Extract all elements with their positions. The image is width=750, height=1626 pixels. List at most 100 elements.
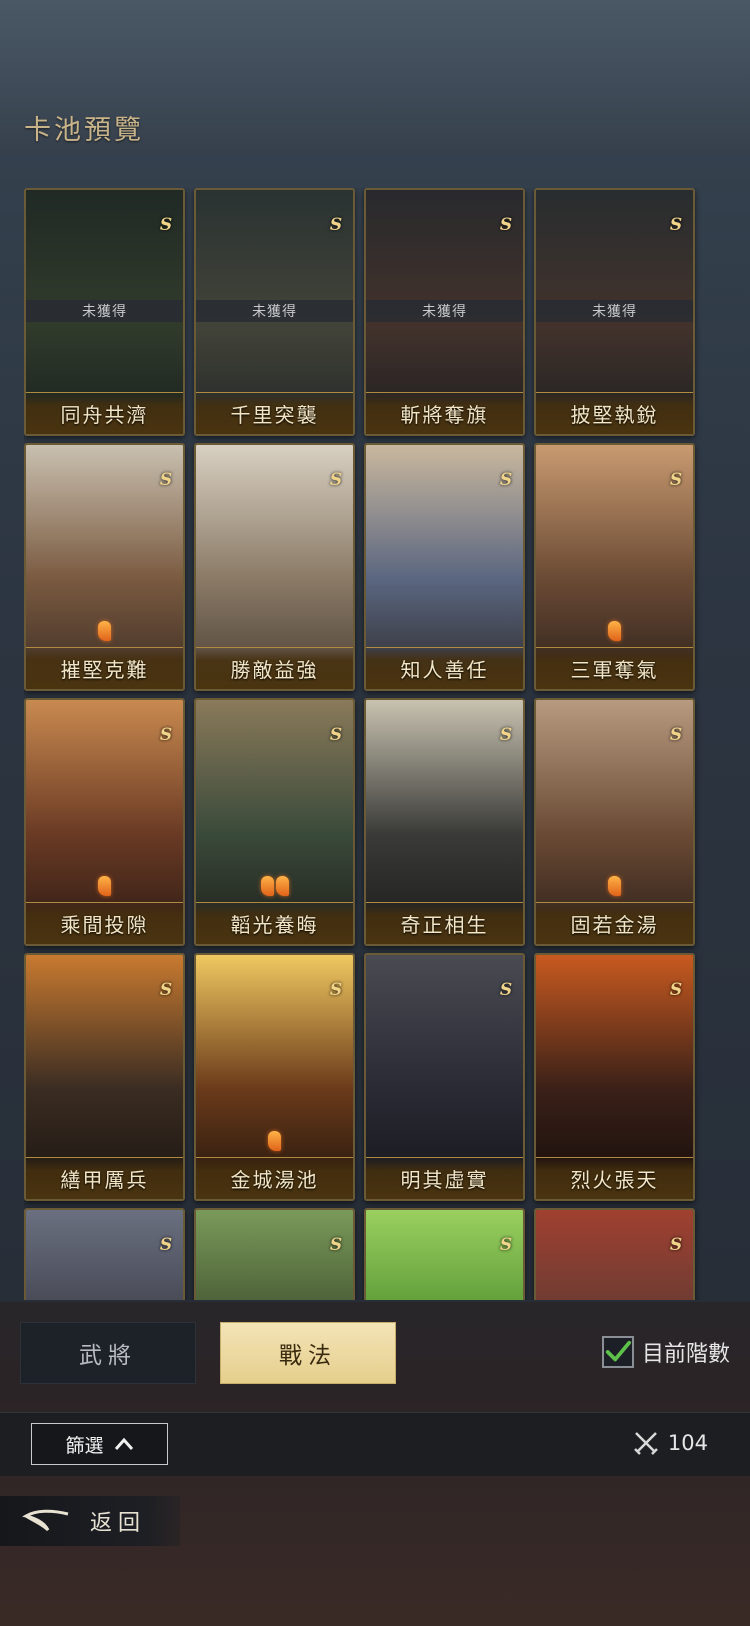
rarity-s-icon: S — [159, 980, 173, 1000]
chevron-up-icon — [114, 1437, 133, 1450]
card-name: 千里突襲 — [230, 403, 319, 427]
checkmark-icon — [605, 1340, 632, 1362]
advance-mark-icon — [608, 876, 621, 896]
rarity-s-icon: S — [669, 215, 683, 235]
tactic-count-value: 104 — [667, 1431, 708, 1455]
card-name: 摧堅克難 — [60, 658, 149, 682]
card-namebar: 斬將奪旗 — [366, 392, 523, 434]
rarity-s-icon: S — [159, 1235, 173, 1255]
back-button[interactable]: 返回 — [0, 1496, 180, 1546]
unobtained-label: 未獲得 — [196, 300, 353, 322]
rarity-s-icon: S — [499, 1235, 513, 1255]
tactic-card[interactable]: S 固若金湯 — [534, 698, 695, 946]
card-name: 固若金湯 — [570, 913, 659, 937]
tactic-card[interactable]: S 勝敵益強 — [194, 443, 355, 691]
current-rank-toggle[interactable]: 目前階數 — [601, 1336, 730, 1368]
back-arrow-icon — [22, 1509, 69, 1532]
card-grid: 未獲得 S 同舟共濟 未獲得 S 千里突襲 未獲得 S 斬將奪旗 未獲得 S 披堅執銳 S 摧堅克難 S 勝敵… — [24, 188, 726, 1300]
tactic-card[interactable]: S 韜光養晦 — [194, 698, 355, 946]
tactic-card[interactable]: 未獲得 S 披堅執銳 — [534, 188, 695, 436]
advance-marks — [536, 876, 693, 896]
tactic-card[interactable]: S — [534, 1208, 695, 1300]
tactic-card[interactable]: S — [194, 1208, 355, 1300]
card-namebar: 三軍奪氣 — [536, 647, 693, 689]
tactic-card[interactable]: S 乘間投隙 — [24, 698, 185, 946]
advance-mark-icon — [608, 621, 621, 641]
card-name: 同舟共濟 — [60, 403, 149, 427]
rarity-s-icon: S — [159, 215, 173, 235]
advance-mark-icon — [268, 1131, 281, 1151]
rarity-s-icon: S — [329, 470, 343, 490]
card-namebar: 知人善任 — [366, 647, 523, 689]
tactic-card[interactable]: S 烈火張天 — [534, 953, 695, 1201]
advance-mark-icon — [98, 621, 111, 641]
advance-mark-icon — [275, 876, 289, 896]
rarity-s-icon: S — [499, 725, 513, 745]
card-name: 金城湯池 — [230, 1168, 319, 1192]
back-label: 返回 — [90, 1511, 147, 1536]
card-name: 韜光養晦 — [230, 913, 319, 937]
tactic-card[interactable]: S 奇正相生 — [364, 698, 525, 946]
tactic-card[interactable]: S 摧堅克難 — [24, 443, 185, 691]
card-namebar: 摧堅克難 — [26, 647, 183, 689]
card-namebar: 奇正相生 — [366, 902, 523, 944]
card-namebar: 繕甲厲兵 — [26, 1157, 183, 1199]
current-rank-checkbox[interactable] — [601, 1336, 634, 1368]
advance-mark-icon — [260, 876, 274, 896]
card-name: 繕甲厲兵 — [60, 1168, 149, 1192]
rarity-s-icon: S — [669, 470, 683, 490]
card-namebar: 韜光養晦 — [196, 902, 353, 944]
filter-label: 篩選 — [65, 1434, 104, 1457]
card-namebar: 金城湯池 — [196, 1157, 353, 1199]
rarity-s-icon: S — [159, 470, 173, 490]
card-name: 奇正相生 — [400, 913, 489, 937]
tactic-card[interactable]: 未獲得 S 千里突襲 — [194, 188, 355, 436]
advance-marks — [26, 876, 183, 896]
tactic-card[interactable]: S 知人善任 — [364, 443, 525, 691]
advance-mark-icon — [98, 876, 111, 896]
advance-marks — [196, 1131, 353, 1151]
card-namebar: 披堅執銳 — [536, 392, 693, 434]
card-namebar: 明其虛實 — [366, 1157, 523, 1199]
current-rank-label: 目前階數 — [641, 1342, 730, 1367]
unobtained-label: 未獲得 — [26, 300, 183, 322]
card-name: 知人善任 — [400, 658, 489, 682]
filter-button[interactable]: 篩選 — [31, 1423, 168, 1465]
rarity-s-icon: S — [499, 980, 513, 1000]
tactic-card[interactable]: S 金城湯池 — [194, 953, 355, 1201]
card-name: 明其虛實 — [400, 1168, 489, 1192]
tactic-card[interactable]: S 繕甲厲兵 — [24, 953, 185, 1201]
rarity-s-icon: S — [329, 1235, 343, 1255]
tab-generals[interactable]: 武將 — [20, 1322, 196, 1384]
card-name: 披堅執銳 — [570, 403, 659, 427]
tactic-card[interactable]: S — [364, 1208, 525, 1300]
tactic-card[interactable]: 未獲得 S 斬將奪旗 — [364, 188, 525, 436]
tactic-card[interactable]: S 三軍奪氣 — [534, 443, 695, 691]
rarity-s-icon: S — [159, 725, 173, 745]
rarity-s-icon: S — [499, 215, 513, 235]
tactic-count: 104 — [632, 1429, 708, 1457]
rarity-s-icon: S — [669, 725, 683, 745]
advance-marks — [536, 621, 693, 641]
card-name: 烈火張天 — [570, 1168, 659, 1192]
advance-marks — [26, 621, 183, 641]
page-title: 卡池預覽 — [24, 115, 144, 146]
crossed-swords-icon — [634, 1432, 658, 1455]
card-namebar: 烈火張天 — [536, 1157, 693, 1199]
card-name: 勝敵益強 — [230, 658, 319, 682]
rarity-s-icon: S — [669, 1235, 683, 1255]
card-name: 乘間投隙 — [60, 913, 149, 937]
rarity-s-icon: S — [329, 215, 343, 235]
rarity-s-icon: S — [329, 725, 343, 745]
tactic-card[interactable]: 未獲得 S 同舟共濟 — [24, 188, 185, 436]
card-namebar: 乘間投隙 — [26, 902, 183, 944]
tab-bar: 武將 戰法 目前階數 — [20, 1322, 730, 1384]
advance-marks — [196, 876, 353, 896]
unobtained-label: 未獲得 — [366, 300, 523, 322]
tab-tactics[interactable]: 戰法 — [220, 1322, 396, 1384]
tactic-card[interactable]: S 明其虛實 — [364, 953, 525, 1201]
card-name: 斬將奪旗 — [400, 403, 489, 427]
rarity-s-icon: S — [329, 980, 343, 1000]
tactic-card[interactable]: S — [24, 1208, 185, 1300]
unobtained-label: 未獲得 — [536, 300, 693, 322]
